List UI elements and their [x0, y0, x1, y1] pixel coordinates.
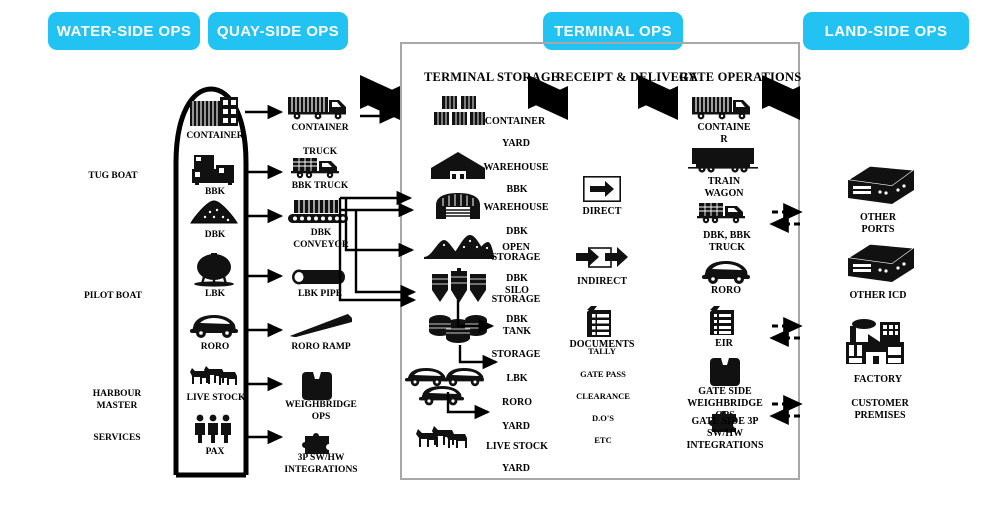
- dbk-pile-icon: [190, 200, 238, 226]
- quay-label-roro-ramp: RORO RAMP: [291, 342, 351, 352]
- storage-caption: RORO: [502, 397, 532, 408]
- storage-caption: STORAGE: [491, 294, 541, 305]
- cargo-label-roro: RORO: [200, 342, 230, 352]
- tank-icon: [428, 312, 488, 346]
- header-pill-label: WATER-SIDE OPS: [56, 22, 192, 40]
- cargo-label-pax: PAX: [205, 447, 225, 457]
- document-list-icon: [587, 306, 617, 338]
- indirect-arrow-box-icon: [576, 245, 628, 271]
- actor-harbour-master: HARBOUR MASTER: [92, 389, 142, 411]
- storage-caption: YARD: [502, 138, 530, 149]
- storage-caption: STORAGE: [491, 349, 541, 360]
- storage-caption: YARD: [502, 463, 530, 474]
- actor-services: SERVICES: [93, 433, 141, 443]
- land-label-other-icd: OTHER ICD: [849, 290, 907, 301]
- header-pill-label: QUAY-SIDE OPS: [216, 22, 340, 40]
- rd-label-direct: DIRECT: [582, 206, 622, 217]
- land-label-other-ports: OTHER PORTS: [859, 212, 897, 235]
- warehouse-block-icon: [840, 164, 916, 208]
- quay-label-container: CONTAINER: [291, 123, 349, 133]
- header-pill-quay-side[interactable]: QUAY-SIDE OPS: [208, 12, 348, 50]
- gate-label-eir: EIR: [715, 338, 733, 349]
- car-icon: [700, 258, 752, 284]
- gate-label-roro: RORO: [711, 285, 741, 296]
- pipe-icon: [291, 268, 347, 286]
- doc-line-tally: TALLY: [588, 346, 616, 356]
- bbk-crates-icon: [192, 155, 236, 185]
- container-stack-icon: [190, 97, 240, 127]
- land-label-customer-premises: CUSTOMER PREMISES: [851, 398, 909, 421]
- doc-line-etc: ETC: [594, 435, 612, 445]
- silo-icon: [430, 268, 488, 308]
- people-icon: [192, 414, 234, 444]
- section-heading-receipt-delivery: RECEIPT & DELIVERY: [556, 70, 698, 84]
- quay-label-bbk-truck: BBK TRUCK: [291, 181, 349, 191]
- car-icon: [188, 312, 240, 338]
- gate-label-3p-sw-hw: GATE SIDE 3P SW/HW INTEGRATIONS: [686, 416, 764, 451]
- section-heading-gate-operations: GATE OPERATIONS: [679, 70, 802, 84]
- ramp-icon: [288, 312, 354, 338]
- gate-label-train-wagon: TRAIN WAGON: [704, 176, 744, 199]
- quay-label-weighbridge: WEIGHBRIDGE OPS: [285, 400, 357, 422]
- doc-line-clearance: CLEARANCE: [576, 391, 630, 401]
- quay-label-dbk-conveyor: DBK CONVEYOR: [293, 228, 349, 250]
- cargo-label-container: CONTAINER: [186, 131, 244, 141]
- cargo-label-bbk: BBK: [204, 187, 226, 197]
- train-wagon-icon: [688, 148, 758, 174]
- actor-tug-boat: TUG BOAT: [88, 171, 138, 181]
- truck-container-icon: [692, 96, 754, 120]
- doc-line-dos: D.O'S: [592, 413, 614, 423]
- header-pill-land-side[interactable]: LAND-SIDE OPS: [803, 12, 969, 50]
- cars-icon: [405, 366, 485, 408]
- factory-icon: [840, 318, 910, 368]
- storage-caption: DBK: [506, 226, 528, 237]
- actor-pilot-boat: PILOT BOAT: [84, 291, 142, 301]
- cargo-label-live-stock: LIVE STOCK: [186, 393, 246, 403]
- quay-label-3p-sw-hw: 3P SW/HW INTEGRATIONS: [284, 453, 358, 475]
- storage-caption: BBK: [506, 184, 528, 195]
- lbk-tank-icon: [190, 252, 238, 287]
- direct-arrow-box-icon: [583, 176, 622, 202]
- weighbridge-icon: [710, 358, 740, 386]
- goats2-icon: [412, 424, 470, 452]
- flatbed-truck-icon: [291, 157, 347, 181]
- container-yard-icon: [434, 96, 486, 128]
- rd-label-indirect: INDIRECT: [576, 276, 627, 287]
- eir-icon: [710, 306, 738, 336]
- conveyor-icon: [288, 200, 350, 226]
- section-heading-terminal-storage: TERMINAL STORAGE: [424, 70, 560, 84]
- storage-caption: CONTAINER: [484, 116, 546, 127]
- land-label-factory: FACTORY: [853, 374, 903, 385]
- doc-line-gate-pass: GATE PASS: [580, 369, 626, 379]
- storage-caption: DBK TANK: [502, 314, 532, 337]
- shed-icon: [432, 192, 484, 220]
- flatbed-truck-icon: [697, 202, 753, 226]
- header-pill-label: LAND-SIDE OPS: [824, 22, 948, 40]
- gate-label-dbk-bbk-truck: DBK, BBK TRUCK: [703, 230, 751, 253]
- gate-label-container: CONTAINE R: [697, 122, 751, 145]
- header-pill-label: TERMINAL OPS: [554, 22, 672, 40]
- truck-container-icon: [288, 96, 350, 120]
- puzzle-icon: [302, 428, 333, 454]
- quay-label-lbk-pipe: LBK PIPE: [297, 289, 343, 299]
- storage-caption: WAREHOUSE: [483, 202, 549, 213]
- storage-caption: LIVE STOCK: [486, 441, 548, 452]
- goats-icon: [186, 364, 240, 390]
- storage-caption: YARD: [502, 421, 530, 432]
- storage-caption: WAREHOUSE: [483, 162, 549, 173]
- storage-caption: STORAGE: [491, 252, 541, 263]
- cargo-label-lbk: LBK: [204, 289, 226, 299]
- warehouse-block-icon: [840, 242, 916, 286]
- cargo-label-dbk: DBK: [204, 230, 226, 240]
- weighbridge-icon: [302, 372, 332, 400]
- storage-caption: LBK: [506, 373, 528, 384]
- header-pill-water-side[interactable]: WATER-SIDE OPS: [48, 12, 200, 50]
